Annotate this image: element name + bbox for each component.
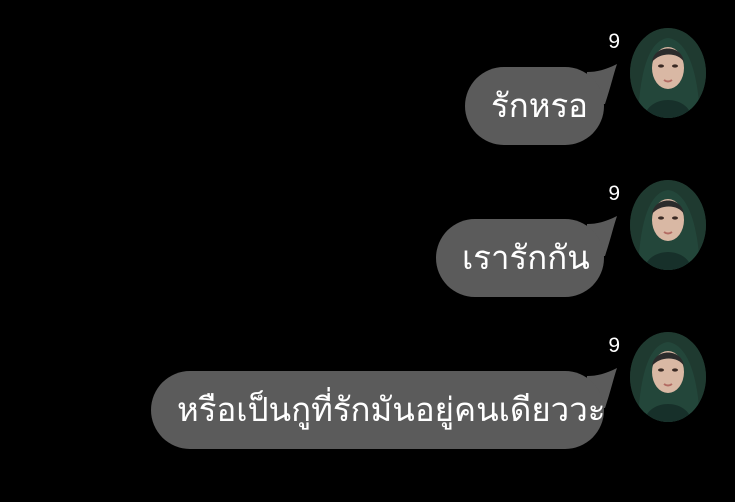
- message-text: รักหรอ: [491, 86, 589, 125]
- user-avatar-icon: [630, 332, 706, 422]
- avatar[interactable]: [630, 28, 706, 118]
- message-bubble[interactable]: หรือเป็นกูที่รักมันอยู่คนเดียววะ: [151, 371, 606, 449]
- message-count: 9: [608, 182, 620, 205]
- user-avatar-icon: [630, 28, 706, 118]
- message-text: หรือเป็นกูที่รักมันอยู่คนเดียววะ: [177, 390, 606, 429]
- message-bubble[interactable]: เรารักกัน: [436, 219, 604, 297]
- message-text: เรารักกัน: [462, 238, 590, 277]
- message-count: 9: [608, 30, 620, 53]
- chat-thread: 9 รักหรอ 9 เรารักกัน 9 หรือเป็นกูที่รักม…: [0, 0, 735, 502]
- avatar[interactable]: [630, 180, 706, 270]
- message-row: 9 เรารักกัน: [0, 180, 735, 320]
- message-row: 9 รักหรอ: [0, 28, 735, 168]
- message-count: 9: [608, 334, 620, 357]
- message-bubble[interactable]: รักหรอ: [465, 67, 604, 145]
- message-row: 9 หรือเป็นกูที่รักมันอยู่คนเดียววะ: [0, 332, 735, 472]
- avatar[interactable]: [630, 332, 706, 422]
- user-avatar-icon: [630, 180, 706, 270]
